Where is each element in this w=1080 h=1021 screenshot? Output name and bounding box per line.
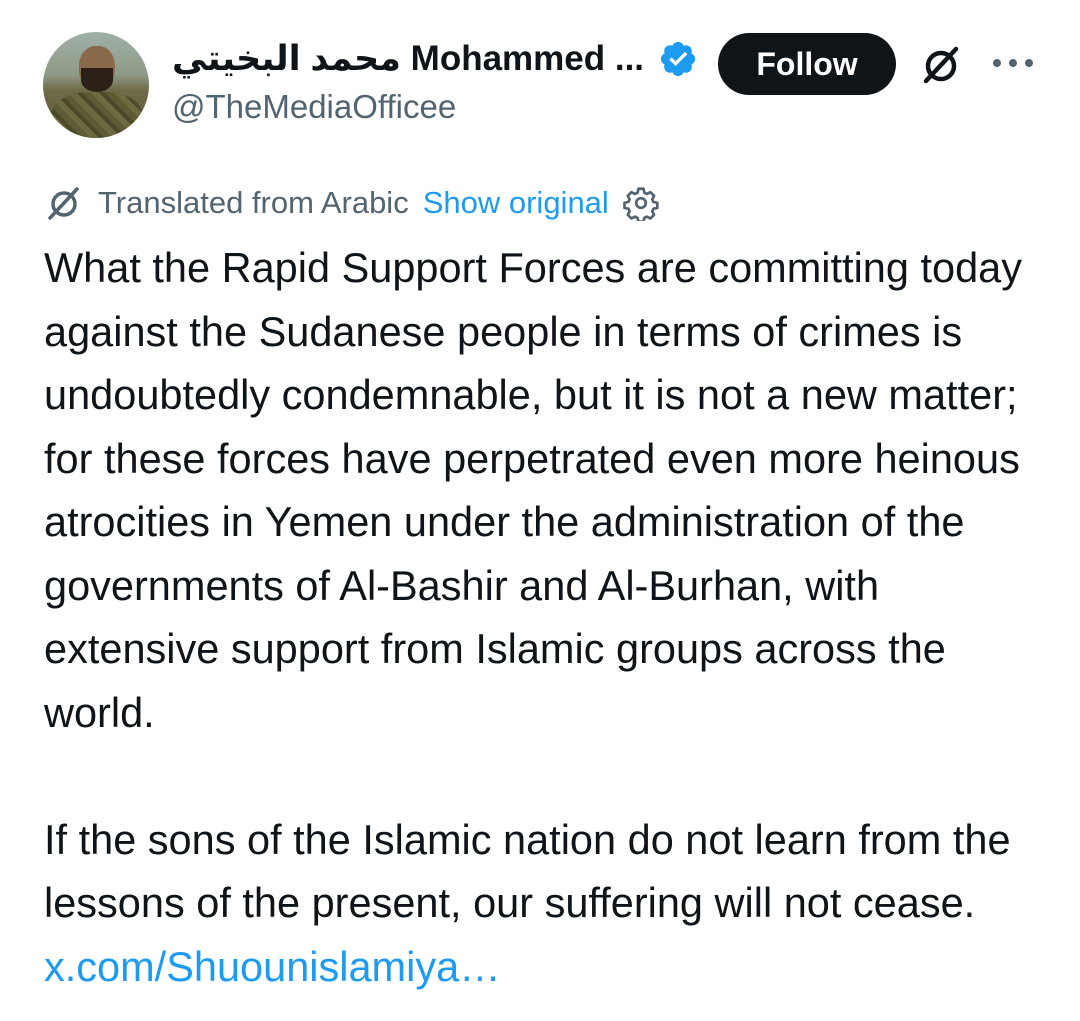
grok-slash-circle-icon[interactable] bbox=[918, 42, 964, 88]
gear-icon[interactable] bbox=[622, 185, 659, 221]
avatar-body-shape bbox=[51, 92, 143, 138]
author-display-name[interactable]: محمد البخيتي Mohammed ... bbox=[172, 39, 644, 79]
tweet-link[interactable]: x.com/Shuounislamiya… bbox=[44, 943, 501, 990]
tweet-paragraph: If the sons of the Islamic nation do not… bbox=[44, 808, 1054, 999]
show-original-link[interactable]: Show original bbox=[423, 185, 609, 221]
tweet-paragraph: What the Rapid Support Forces are commit… bbox=[44, 244, 1023, 736]
tweet-paragraph-text: If the sons of the Islamic nation do not… bbox=[44, 815, 1011, 927]
avatar[interactable] bbox=[43, 32, 149, 138]
translated-from-label: Translated from Arabic bbox=[98, 185, 409, 220]
author-name-row[interactable]: محمد البخيتي Mohammed ... bbox=[172, 36, 698, 82]
more-dots-icon[interactable] bbox=[990, 50, 1036, 76]
avatar-beard-shape bbox=[81, 68, 113, 92]
tweet-body: What the Rapid Support Forces are commit… bbox=[44, 236, 1054, 998]
author-handle[interactable]: @TheMediaOfficee bbox=[172, 88, 456, 126]
verified-badge-icon bbox=[660, 41, 696, 77]
follow-button[interactable]: Follow bbox=[718, 33, 896, 95]
translation-bar: Translated from Arabic Show original bbox=[44, 182, 659, 224]
grok-slash-circle-icon bbox=[48, 187, 79, 220]
tweet-header: محمد البخيتي Mohammed ... @TheMediaOffic… bbox=[0, 0, 1080, 150]
